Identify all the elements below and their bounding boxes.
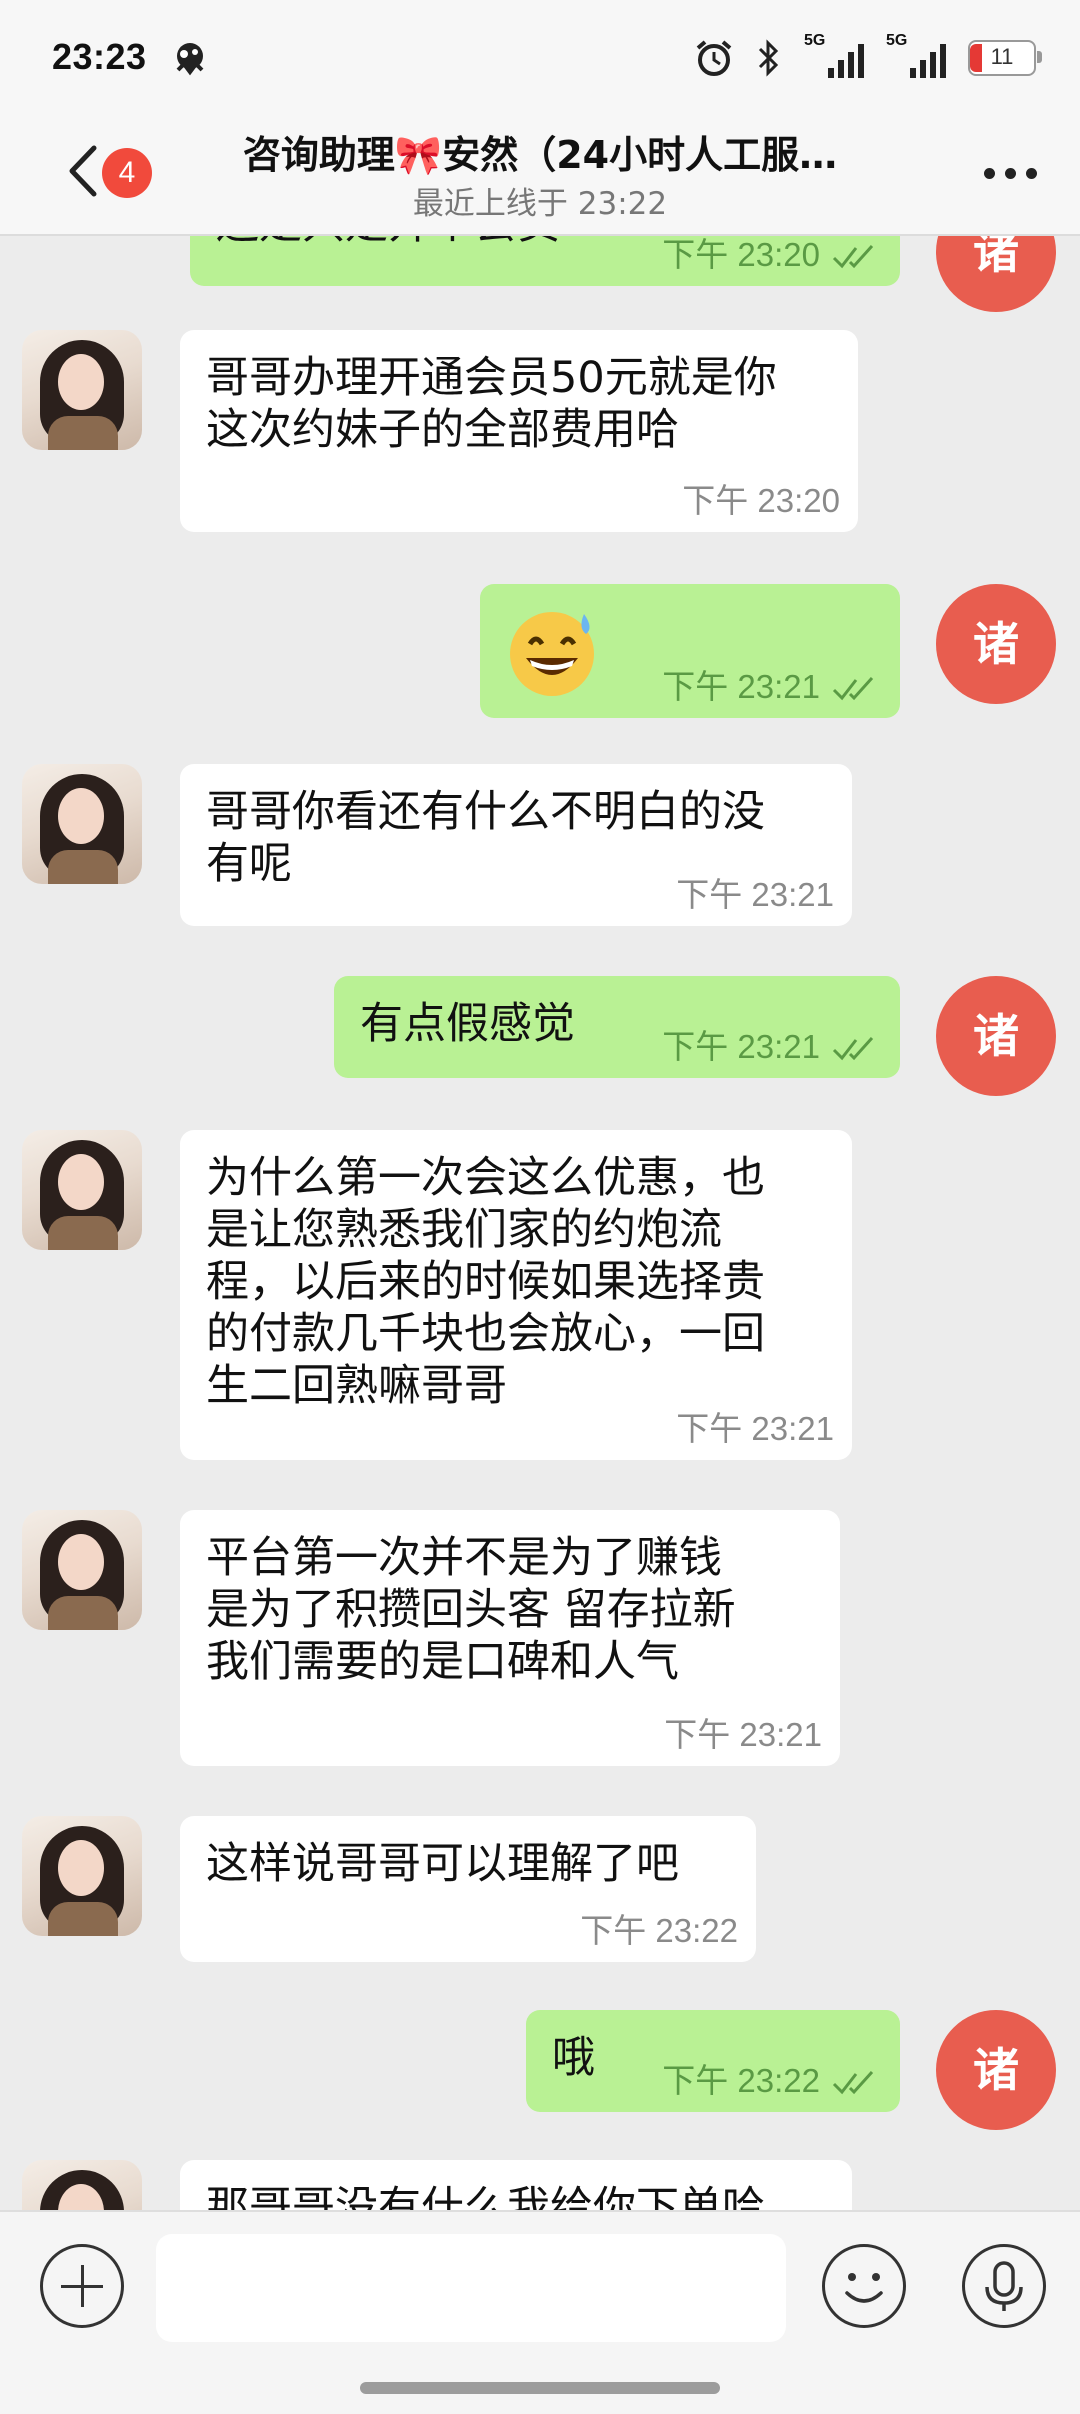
outgoing-message[interactable]: 还是只是开个会员 下午 23:20: [190, 234, 900, 286]
contact-avatar[interactable]: 诸: [936, 2010, 1056, 2130]
alarm-icon: [696, 40, 732, 76]
outgoing-message[interactable]: 下午 23:21: [480, 584, 900, 718]
incoming-message[interactable]: 哥哥办理开通会员50元就是你 这次约妹子的全部费用哈 下午 23:20: [180, 330, 858, 532]
assistant-avatar[interactable]: [22, 1510, 142, 1630]
outgoing-message[interactable]: 有点假感觉 下午 23:21: [334, 976, 900, 1078]
app-notification-icon: [176, 43, 204, 76]
assistant-avatar[interactable]: [22, 764, 142, 884]
status-icons: 5G 5G 11: [694, 32, 1042, 82]
message-text: 为什么第一次会这么优惠，也 是让您熟悉我们家的约炮流 程，以后来的时候如果选择贵…: [206, 1153, 765, 1411]
voice-message-button[interactable]: [962, 2244, 1046, 2328]
battery-icon: 11: [968, 40, 1042, 76]
status-time: 23:23: [52, 36, 147, 77]
signal-label-2: 5G: [886, 32, 908, 49]
message-input-bar: [0, 2210, 1080, 2414]
contact-avatar[interactable]: 诸: [936, 234, 1056, 312]
message-list[interactable]: 诸 还是只是开个会员 下午 23:20 哥哥办理开通会员50元就是你 这次约妹子…: [0, 234, 1080, 2210]
message-time: 下午 23:20: [682, 482, 840, 519]
message-text: 那哥哥没有什么我给你下单哈: [206, 2183, 765, 2210]
read-receipt-icon: [832, 2070, 874, 2095]
incoming-message[interactable]: 为什么第一次会这么优惠，也 是让您熟悉我们家的约炮流 程，以后来的时候如果选择贵…: [180, 1130, 852, 1460]
message-time: 下午 23:22: [580, 1912, 738, 1949]
assistant-avatar[interactable]: [22, 2160, 142, 2210]
incoming-message[interactable]: 那哥哥没有什么我给你下单哈: [180, 2160, 852, 2210]
message-time: 下午 23:21: [664, 1716, 822, 1753]
contact-avatar[interactable]: 诸: [936, 976, 1056, 1096]
read-receipt-icon: [832, 676, 874, 701]
unread-count-badge[interactable]: 4: [102, 148, 152, 198]
contact-avatar[interactable]: 诸: [936, 584, 1056, 704]
status-bar: 23:23 5G 5G 11: [0, 0, 1080, 110]
more-options-icon[interactable]: [984, 158, 1044, 188]
read-receipt-icon: [832, 1036, 874, 1061]
smile-icon: [845, 2273, 883, 2303]
grinning-sweat-emoji-icon: [510, 612, 594, 696]
message-text: 有点假感觉: [360, 999, 575, 1049]
message-text: 还是只是开个会员: [216, 234, 560, 250]
read-receipt-icon: [832, 244, 874, 269]
assistant-avatar[interactable]: [22, 330, 142, 450]
message-text: 哦: [552, 2033, 595, 2083]
message-input[interactable]: [156, 2234, 786, 2342]
last-seen-status: 最近上线于 23:22: [412, 186, 668, 222]
home-indicator[interactable]: [360, 2382, 720, 2394]
message-time: 下午 23:21: [662, 1028, 820, 1065]
signal-icon-1: 5G: [804, 32, 864, 80]
message-time: 下午 23:20: [662, 236, 820, 273]
incoming-message[interactable]: 这样说哥哥可以理解了吧 下午 23:22: [180, 1816, 756, 1962]
outgoing-message[interactable]: 哦 下午 23:22: [526, 2010, 900, 2112]
message-time: 下午 23:21: [676, 876, 834, 913]
signal-icon-2: 5G: [886, 32, 946, 80]
add-attachment-button[interactable]: [40, 2244, 124, 2328]
message-text: 平台第一次并不是为了赚钱 是为了积攒回头客 留存拉新 我们需要的是口碑和人气: [206, 1533, 736, 1687]
incoming-message[interactable]: 哥哥你看还有什么不明白的没 有呢 下午 23:21: [180, 764, 852, 926]
message-text: 哥哥办理开通会员50元就是你 这次约妹子的全部费用哈: [206, 353, 777, 455]
chat-header: 4 咨询助理🎀安然（24小时人工服… 最近上线于 23:22: [0, 110, 1080, 236]
assistant-avatar[interactable]: [22, 1130, 142, 1250]
bluetooth-icon: [758, 39, 779, 77]
chat-title[interactable]: 咨询助理🎀安然（24小时人工服…: [220, 124, 860, 179]
signal-label-1: 5G: [804, 32, 826, 49]
emoji-button[interactable]: [822, 2244, 906, 2328]
battery-level: 11: [990, 44, 1014, 69]
message-time: 下午 23:21: [662, 668, 820, 705]
microphone-icon: [985, 2261, 1023, 2311]
incoming-message[interactable]: 平台第一次并不是为了赚钱 是为了积攒回头客 留存拉新 我们需要的是口碑和人气 下…: [180, 1510, 840, 1766]
assistant-avatar[interactable]: [22, 1816, 142, 1936]
message-time: 下午 23:22: [662, 2062, 820, 2099]
message-text: 这样说哥哥可以理解了吧: [206, 1839, 679, 1889]
message-time: 下午 23:21: [676, 1410, 834, 1447]
